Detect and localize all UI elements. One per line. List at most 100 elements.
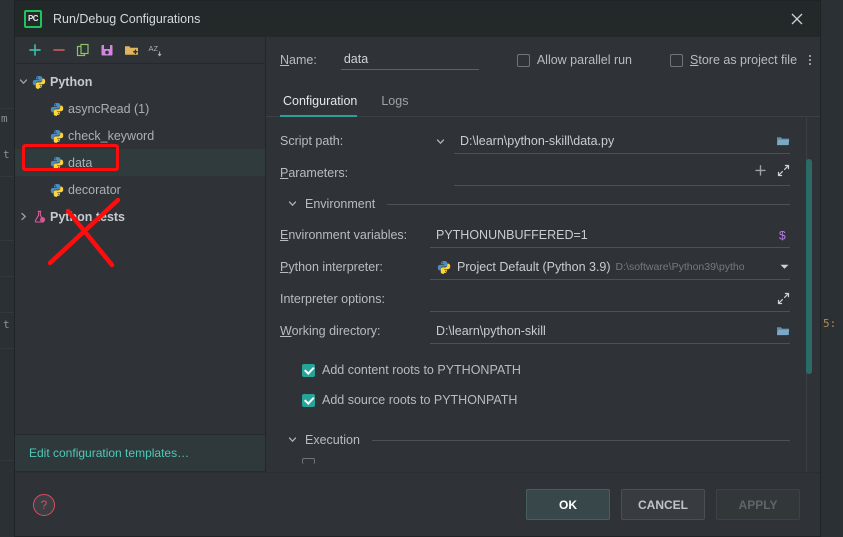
python-interpreter-label: Python interpreter: — [280, 260, 383, 274]
parameters-label: Parameters: — [280, 166, 349, 180]
parameters-trailing-icons — [746, 164, 790, 182]
svg-text:AZ: AZ — [148, 44, 158, 53]
add-macro-icon[interactable] — [754, 164, 767, 182]
background-ide-right-edge — [821, 0, 843, 537]
tab-label: Configuration — [283, 94, 358, 108]
close-icon[interactable] — [774, 1, 820, 37]
tree-group-python-tests[interactable]: Python tests — [15, 203, 265, 230]
remove-configuration-button[interactable] — [48, 39, 70, 61]
dialog-title: Run/Debug Configurations — [53, 12, 201, 26]
chevron-down-glyph — [436, 138, 444, 144]
chevron-right-icon[interactable] — [15, 212, 31, 221]
tree-group-python[interactable]: Python — [15, 68, 265, 95]
edit-configuration-templates-link[interactable]: Edit configuration templates… — [15, 434, 265, 472]
dialog-body: AZ Python asyncRead (1) check_keyword da… — [15, 37, 820, 472]
working-directory-row: Working directory: D:\learn\python-skill — [280, 315, 790, 347]
new-folder-button[interactable] — [120, 39, 142, 61]
save-disk-icon — [101, 45, 113, 56]
pycharm-logo-text: PC — [27, 14, 39, 23]
expand-arrows-glyph — [777, 292, 790, 305]
python-interpreter-chevron-down-icon[interactable] — [771, 261, 790, 272]
tree-item-label: decorator — [68, 182, 121, 197]
chevron-down-icon[interactable] — [288, 435, 297, 446]
tab-logs[interactable]: Logs — [378, 94, 417, 116]
run-debug-configurations-dialog: PC Run/Debug Configurations AZ Python as… — [14, 0, 821, 537]
environment-variables-field[interactable]: PYTHONUNBUFFERED=1 $ — [430, 222, 790, 248]
parameters-field[interactable] — [454, 160, 790, 186]
add-configuration-button[interactable] — [24, 39, 46, 61]
chevron-down-icon[interactable] — [15, 77, 31, 86]
working-directory-field[interactable]: D:\learn\python-skill — [430, 318, 790, 344]
sort-az-icon: AZ — [148, 44, 161, 57]
name-row: Name: Allow parallel run Store as projec… — [266, 37, 820, 83]
browse-folder-icon[interactable] — [768, 135, 790, 147]
tab-configuration[interactable]: Configuration — [280, 94, 366, 117]
ok-button[interactable]: OK — [526, 489, 610, 520]
help-icon[interactable]: ? — [33, 493, 55, 516]
macro-dollar-icon[interactable]: $ — [769, 228, 790, 242]
screen: m t t 5: PC Run/Debug Configurations AZ … — [0, 0, 843, 537]
test-flask-glyph — [34, 210, 45, 223]
python-interpreter-value: Project Default (Python 3.9) — [457, 259, 611, 274]
tree-item-label: Python — [50, 74, 93, 89]
environment-section-header[interactable]: Environment — [280, 189, 790, 219]
interpreter-options-field[interactable] — [430, 286, 790, 312]
script-path-mode-chevron-down-icon[interactable] — [430, 137, 450, 146]
expand-editor-icon[interactable] — [777, 164, 790, 182]
parameters-row: Parameters: — [280, 157, 790, 189]
python-interpreter-field[interactable]: Project Default (Python 3.9) D:\software… — [430, 254, 790, 280]
execution-section-header[interactable]: Execution — [280, 425, 790, 455]
chevron-down-glyph — [19, 79, 27, 85]
python-icon — [31, 74, 47, 90]
script-path-field[interactable]: D:\learn\python-skill\data.py — [454, 128, 790, 154]
python-logo-glyph — [50, 183, 64, 197]
form-scrollbar-thumb[interactable] — [806, 159, 812, 374]
environment-variables-label: Environment variables: — [280, 228, 408, 242]
name-label: Name: — [280, 53, 317, 67]
copy-configuration-button[interactable] — [72, 39, 94, 61]
footer-buttons: OK CANCEL APPLY — [526, 489, 800, 520]
tab-label: Logs — [381, 94, 409, 108]
save-configuration-button[interactable] — [96, 39, 118, 61]
tree-item-asyncread[interactable]: asyncRead (1) — [15, 95, 265, 122]
python-icon — [49, 182, 65, 198]
folder-glyph — [777, 136, 790, 145]
python-interpreter-row: Python interpreter: Project Default (Pyt… — [280, 251, 790, 283]
store-as-project-file-checkbox[interactable]: Store as project file — [670, 53, 797, 67]
chevron-down-icon[interactable] — [288, 199, 297, 210]
folder-plus-icon — [124, 46, 138, 55]
section-divider — [371, 439, 790, 441]
editor-tabs: Configuration Logs — [266, 83, 820, 117]
dollar-glyph: $ — [779, 228, 786, 242]
tree-item-label: asyncRead (1) — [68, 101, 150, 116]
store-options-menu-icon[interactable] — [805, 50, 814, 70]
add-content-roots-checkbox[interactable]: Add content roots to PYTHONPATH — [280, 355, 790, 385]
background-text-fragment: t — [3, 148, 10, 161]
name-input[interactable] — [340, 50, 479, 70]
cancel-button[interactable]: CANCEL — [621, 489, 705, 520]
allow-parallel-run-checkbox[interactable]: Allow parallel run — [516, 53, 632, 67]
python-logo-glyph — [50, 102, 64, 116]
browse-folder-icon[interactable] — [768, 325, 790, 337]
python-icon — [436, 259, 452, 275]
python-logo-glyph — [32, 75, 46, 89]
interpreter-options-label: Interpreter options: — [280, 292, 385, 306]
tree-item-check-keyword[interactable]: check_keyword — [15, 122, 265, 149]
add-source-roots-checkbox[interactable]: Add source roots to PYTHONPATH — [280, 385, 790, 415]
expand-editor-icon[interactable] — [769, 292, 790, 305]
interpreter-options-row: Interpreter options: — [280, 283, 790, 315]
background-text-fragment: m — [1, 112, 8, 125]
plus-icon — [29, 44, 41, 56]
tree-item-data[interactable]: data — [15, 149, 265, 176]
tree-item-decorator[interactable]: decorator — [15, 176, 265, 203]
sort-alphabetically-button[interactable]: AZ — [144, 39, 166, 61]
python-icon — [49, 101, 65, 117]
edit-configuration-templates-label: Edit configuration templates… — [29, 446, 190, 460]
apply-button-label: APPLY — [738, 497, 778, 512]
environment-variables-value: PYTHONUNBUFFERED=1 — [436, 227, 588, 242]
configurations-sidebar: AZ Python asyncRead (1) check_keyword da… — [15, 37, 266, 472]
section-divider — [387, 203, 790, 205]
dialog-footer: ? OK CANCEL APPLY — [15, 472, 820, 536]
configurations-tree[interactable]: Python asyncRead (1) check_keyword data … — [15, 64, 265, 434]
apply-button: APPLY — [716, 489, 800, 520]
